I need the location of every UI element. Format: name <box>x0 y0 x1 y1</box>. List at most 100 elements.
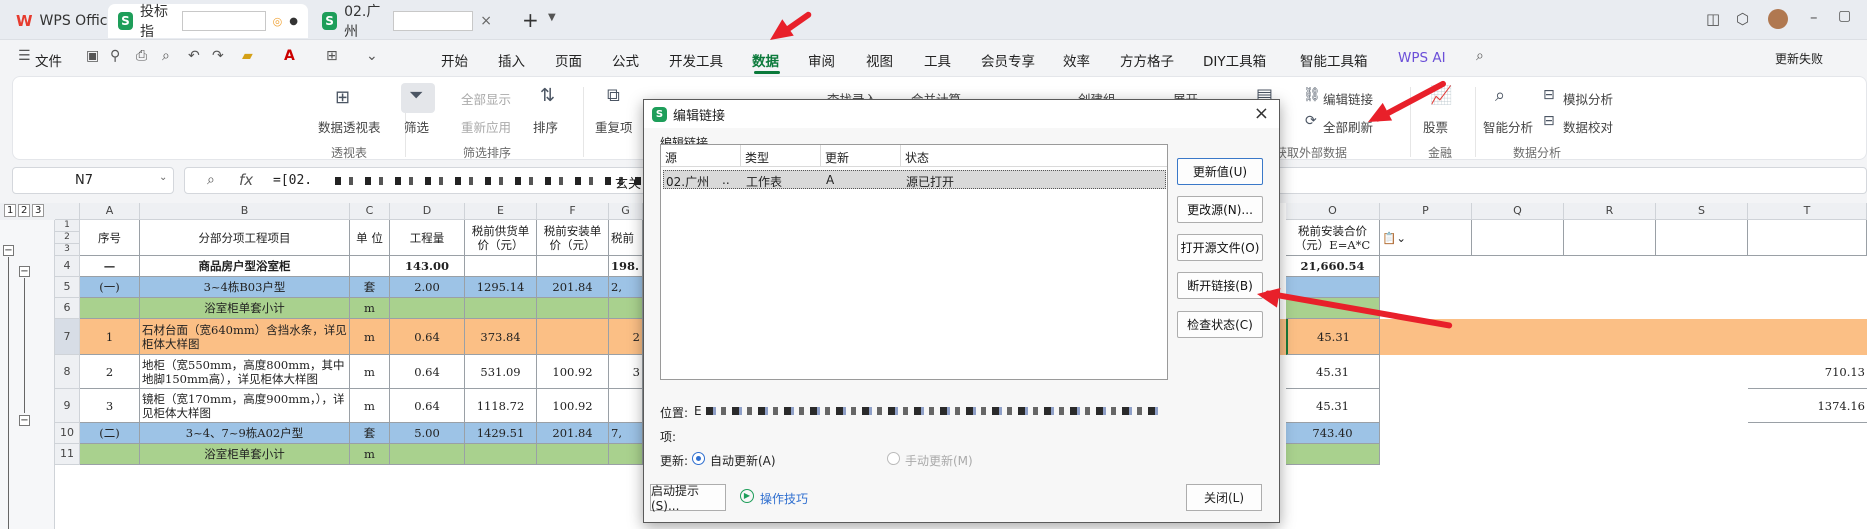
border-icon[interactable]: ⊞ <box>326 48 338 64</box>
column-header-s[interactable]: S <box>1656 203 1748 220</box>
sort-button[interactable]: 排序 <box>533 117 558 136</box>
column-header-r[interactable]: R <box>1564 203 1656 220</box>
smart-analysis-button[interactable]: 智能分析 <box>1483 117 1533 136</box>
cell-o[interactable]: 45.31 <box>1286 389 1380 423</box>
play-icon[interactable]: ▶ <box>740 489 754 503</box>
cell-e[interactable] <box>465 298 537 319</box>
close-button[interactable]: 关闭(L) <box>1186 484 1262 511</box>
cell-item[interactable]: 浴室柜单套小计 <box>140 444 350 465</box>
cell-e[interactable] <box>465 256 537 277</box>
row-header[interactable]: 10 <box>55 423 80 444</box>
cell-o[interactable]: 45.31 <box>1286 319 1380 355</box>
column-header-f[interactable]: F <box>537 203 609 220</box>
paste-options-icon[interactable]: 📋⌄ <box>1380 220 1472 256</box>
row-header[interactable]: 8 <box>55 355 80 389</box>
save-icon[interactable]: ▣ <box>86 48 99 64</box>
header-seq[interactable]: 序号 <box>80 220 140 256</box>
menu-fangfang[interactable]: 方方格子 <box>1120 50 1174 70</box>
manual-update-label[interactable]: 手动更新(M) <box>905 452 973 469</box>
cell-e[interactable] <box>465 444 537 465</box>
font-color-icon[interactable]: A <box>284 48 295 64</box>
cell-seq[interactable]: — <box>80 256 140 277</box>
name-box[interactable]: N7 ⌄ <box>12 167 174 194</box>
close-tab-icon[interactable]: × <box>480 13 492 29</box>
cell-g[interactable] <box>609 298 643 319</box>
cell-seq[interactable]: 1 <box>80 319 140 355</box>
menu-insert[interactable]: 插入 <box>498 50 525 70</box>
avatar[interactable] <box>1768 9 1788 29</box>
header-item[interactable]: 分部分项工程项目 <box>140 220 350 256</box>
collapse-group-icon[interactable]: − <box>3 245 14 256</box>
stocks-button[interactable]: 股票 <box>1423 117 1448 136</box>
collapse-group-icon[interactable]: − <box>19 415 30 426</box>
highlight-color-icon[interactable]: ▰ <box>242 48 253 64</box>
open-source-button[interactable]: 打开源文件(O) <box>1177 234 1263 261</box>
cell-e[interactable]: 1118.72 <box>465 389 537 423</box>
column-header-source[interactable]: 源 <box>661 145 741 167</box>
cell-item[interactable]: 商品房户型浴室柜 <box>140 256 350 277</box>
hamburger-icon[interactable]: ☰ <box>18 48 31 64</box>
column-header-b[interactable]: B <box>140 203 350 220</box>
cell-unit[interactable]: 套 <box>350 423 390 444</box>
chevron-down-icon[interactable]: ▼ <box>548 12 556 23</box>
cell-e[interactable]: 1429.51 <box>465 423 537 444</box>
print-icon[interactable]: ⎙ <box>136 48 147 64</box>
cell-item[interactable]: 镜柜（宽170mm，高度900mm，），详见柜体大样图 <box>140 389 350 423</box>
cell-o[interactable] <box>1286 444 1380 465</box>
cell-item[interactable]: 浴室柜单套小计 <box>140 298 350 319</box>
cell-o[interactable]: 743.40 <box>1286 423 1380 444</box>
outline-level-3[interactable]: 3 <box>32 204 45 217</box>
cell-unit[interactable]: m <box>350 389 390 423</box>
menu-review[interactable]: 审阅 <box>808 50 835 70</box>
cell-item[interactable]: 地柜（宽550mm，高度800mm，其中地脚150mm高），详见柜体大样图 <box>140 355 350 389</box>
column-header-update[interactable]: 更新 <box>821 145 901 167</box>
column-header-c[interactable]: C <box>350 203 390 220</box>
break-link-button[interactable]: 断开链接(B) <box>1177 272 1263 299</box>
cell-qty[interactable] <box>390 298 465 319</box>
print-preview-icon[interactable]: ⌕ <box>162 48 170 64</box>
cell-t[interactable]: 1374.16 <box>1748 389 1867 423</box>
cell-g[interactable]: 3 <box>609 355 643 389</box>
check-status-button[interactable]: 检查状态(C) <box>1177 311 1263 338</box>
chevron-down-icon[interactable]: ⌄ <box>159 172 167 183</box>
tips-link[interactable]: 操作技巧 <box>760 490 808 507</box>
minimize-icon[interactable]: – <box>1810 8 1818 26</box>
row-header[interactable]: 2 <box>55 232 80 244</box>
menu-tools[interactable]: 工具 <box>924 50 951 70</box>
row-header[interactable]: 4 <box>55 256 80 277</box>
cell-qty[interactable] <box>390 444 465 465</box>
cell-qty[interactable]: 0.64 <box>390 389 465 423</box>
redo-icon[interactable]: ↷ <box>212 48 224 64</box>
header-qty[interactable]: 工程量 <box>390 220 465 256</box>
update-failed-status[interactable]: 更新失败 <box>1775 50 1823 67</box>
cell-unit[interactable]: m <box>350 355 390 389</box>
cell-o[interactable]: 21,660.54 <box>1286 256 1380 277</box>
cell-qty[interactable]: 143.00 <box>390 256 465 277</box>
cell-qty[interactable]: 5.00 <box>390 423 465 444</box>
cell-unit[interactable]: m <box>350 444 390 465</box>
show-all-button[interactable]: 全部显示 <box>461 89 511 108</box>
refresh-all-button[interactable]: 全部刷新 <box>1323 117 1373 136</box>
cell-g[interactable]: 198. <box>609 256 643 277</box>
menu-diy-tools[interactable]: DIY工具箱 <box>1203 50 1266 70</box>
cell-e[interactable]: 531.09 <box>465 355 537 389</box>
column-header-type[interactable]: 类型 <box>741 145 821 167</box>
cell-g[interactable] <box>609 389 643 423</box>
cell-f[interactable] <box>537 319 609 355</box>
new-tab-button[interactable]: + <box>522 8 539 32</box>
row-header[interactable]: 7 <box>55 319 80 355</box>
column-header-d[interactable]: D <box>390 203 465 220</box>
cell-e[interactable]: 1295.14 <box>465 277 537 298</box>
manual-update-radio[interactable] <box>887 452 900 465</box>
menu-efficiency[interactable]: 效率 <box>1063 50 1090 70</box>
row-header[interactable]: 3 <box>55 244 80 256</box>
tab-document-1[interactable]: S 投标指 ◎ ● <box>108 4 308 40</box>
header-cell-t[interactable] <box>1748 220 1867 256</box>
header-install-total[interactable]: 税前安装合价（元）E=A*C <box>1286 220 1380 256</box>
column-header-a[interactable]: A <box>80 203 140 220</box>
header-g[interactable]: 税前 <box>609 220 643 256</box>
cell-o[interactable] <box>1286 277 1380 298</box>
cell-qty[interactable]: 0.64 <box>390 319 465 355</box>
column-header-status[interactable]: 状态 <box>901 145 1167 167</box>
menu-dev-tools[interactable]: 开发工具 <box>669 50 723 70</box>
